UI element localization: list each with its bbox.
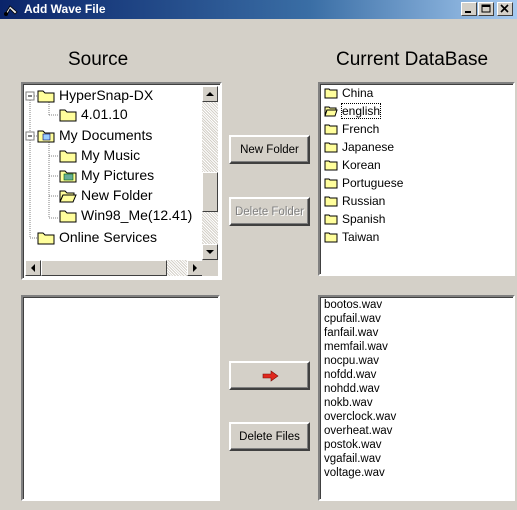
- scroll-left-button[interactable]: [25, 260, 41, 276]
- file-item-cpufail[interactable]: cpufail.wav: [324, 313, 381, 326]
- delete-folder-button[interactable]: Delete Folder: [229, 197, 310, 226]
- database-folder-list[interactable]: China english French Japanese Korean Por…: [318, 82, 515, 276]
- source-tree-horizontal-scrollbar[interactable]: [25, 260, 203, 276]
- app-icon: [4, 5, 18, 16]
- database-heading: Current DataBase: [336, 49, 489, 70]
- source-tree-vertical-scrollbar[interactable]: [202, 86, 218, 260]
- folder-icon: [59, 109, 77, 122]
- scrollbar-corner: [202, 260, 218, 276]
- down-arrow-icon: [206, 250, 214, 254]
- folder-icon: [59, 150, 77, 163]
- folder-icon: [324, 232, 338, 243]
- right-arrow-icon: [262, 370, 279, 382]
- vertical-scroll-thumb[interactable]: [202, 172, 218, 212]
- title-bar[interactable]: Add Wave File: [0, 0, 517, 19]
- source-tree[interactable]: HyperSnap-DX 4.01.10 My Documents My Mus…: [21, 82, 222, 280]
- file-item-vgafail[interactable]: vgafail.wav: [324, 453, 381, 466]
- folder-icon: [324, 88, 338, 99]
- source-file-list[interactable]: [21, 295, 220, 501]
- file-item-nofdd[interactable]: nofdd.wav: [324, 369, 376, 382]
- folder-icon: [324, 196, 338, 207]
- add-file-button[interactable]: [229, 361, 310, 390]
- horizontal-scroll-thumb[interactable]: [41, 260, 167, 276]
- pictures-folder-icon: [59, 170, 77, 183]
- minimize-button[interactable]: [461, 2, 477, 16]
- file-item-memfail[interactable]: memfail.wav: [324, 341, 388, 354]
- scroll-down-button[interactable]: [202, 244, 218, 260]
- folder-icon: [37, 232, 55, 245]
- file-item-bootos[interactable]: bootos.wav: [324, 299, 382, 312]
- window-title: Add Wave File: [24, 2, 106, 16]
- close-button[interactable]: [497, 2, 513, 16]
- folder-icon: [324, 178, 338, 189]
- open-folder-icon: [59, 190, 77, 203]
- new-folder-button[interactable]: New Folder: [229, 135, 310, 164]
- file-item-voltage[interactable]: voltage.wav: [324, 467, 385, 480]
- file-item-postok[interactable]: postok.wav: [324, 439, 382, 452]
- database-file-list[interactable]: bootos.wav cpufail.wav fanfail.wav memfa…: [318, 295, 515, 501]
- up-arrow-icon: [206, 92, 214, 96]
- my-documents-icon: [37, 130, 55, 143]
- left-arrow-icon: [31, 264, 35, 272]
- right-arrow-icon: [193, 264, 197, 272]
- scroll-up-button[interactable]: [202, 86, 218, 102]
- scroll-right-button[interactable]: [187, 260, 203, 276]
- folder-icon: [324, 160, 338, 171]
- folder-icon: [37, 90, 55, 103]
- source-heading: Source: [68, 49, 129, 70]
- delete-files-button[interactable]: Delete Files: [229, 422, 310, 451]
- file-item-nocpu[interactable]: nocpu.wav: [324, 355, 379, 368]
- file-item-fanfail[interactable]: fanfail.wav: [324, 327, 378, 340]
- open-folder-icon: [324, 106, 338, 117]
- folder-icon: [324, 124, 338, 135]
- folder-icon: [324, 142, 338, 153]
- folder-icon: [59, 210, 77, 223]
- file-item-nohdd[interactable]: nohdd.wav: [324, 383, 380, 396]
- maximize-button[interactable]: [478, 2, 494, 16]
- file-item-overclock[interactable]: overclock.wav: [324, 411, 396, 424]
- folder-icon: [324, 214, 338, 225]
- file-item-overheat[interactable]: overheat.wav: [324, 425, 392, 438]
- file-item-nokb[interactable]: nokb.wav: [324, 397, 373, 410]
